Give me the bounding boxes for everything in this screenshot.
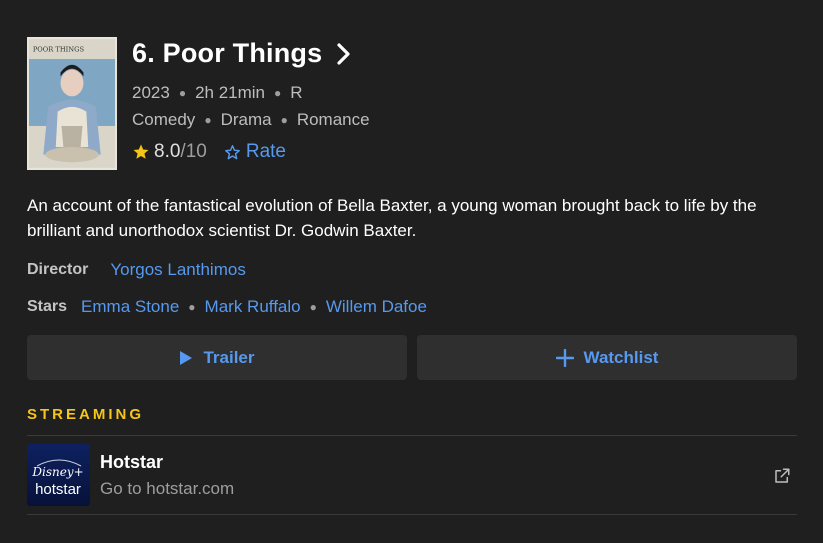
star-link[interactable]: Mark Ruffalo bbox=[205, 297, 301, 317]
poster-title-text: POOR THINGS bbox=[33, 45, 85, 53]
star-link[interactable]: Emma Stone bbox=[81, 297, 179, 317]
stars-row: Stars Emma Stone ● Mark Ruffalo ● Willem… bbox=[27, 297, 427, 317]
watchlist-button[interactable]: Watchlist bbox=[417, 335, 797, 380]
rating-row: 8.0 /10 Rate bbox=[132, 141, 286, 163]
provider-name[interactable]: Hotstar bbox=[100, 452, 163, 473]
director-label: Director bbox=[27, 261, 89, 278]
movie-title[interactable]: 6. Poor Things bbox=[132, 38, 322, 69]
logo-text-top: Disney+ bbox=[31, 465, 83, 479]
trailer-label: Trailer bbox=[203, 347, 255, 367]
director-link[interactable]: Yorgos Lanthimos bbox=[110, 260, 245, 280]
star-filled-icon bbox=[133, 144, 149, 159]
play-icon bbox=[180, 350, 193, 365]
divider bbox=[27, 435, 797, 436]
rate-button[interactable]: Rate bbox=[224, 141, 286, 163]
director-row: Director Yorgos Lanthimos bbox=[27, 260, 246, 280]
title-row: 6. Poor Things bbox=[132, 38, 356, 69]
star-outline-icon bbox=[224, 144, 240, 159]
chevron-right-icon[interactable] bbox=[336, 42, 356, 66]
disney-hotstar-logo-icon: Disney+ hotstar bbox=[27, 444, 90, 506]
movie-runtime: 2h 21min bbox=[195, 83, 266, 102]
movie-certificate: R bbox=[290, 83, 303, 102]
separator-dot: ● bbox=[178, 86, 187, 100]
genre-item: Drama bbox=[220, 110, 272, 129]
separator-dot: ● bbox=[188, 300, 196, 314]
poster-image: POOR THINGS bbox=[29, 39, 115, 168]
movie-genres: Comedy ● Drama ● Romance bbox=[132, 110, 370, 130]
logo-text-bottom: hotstar bbox=[35, 481, 81, 498]
separator-dot: ● bbox=[274, 86, 282, 100]
watchlist-label: Watchlist bbox=[583, 347, 659, 367]
rating-value: 8.0 bbox=[154, 141, 181, 162]
rating-max: /10 bbox=[180, 141, 207, 162]
plus-icon bbox=[555, 348, 574, 367]
movie-meta: 2023 ● 2h 21min ● R bbox=[132, 83, 303, 103]
streaming-section-title: STREAMING bbox=[27, 406, 144, 423]
hotstar-logo[interactable]: Disney+ hotstar bbox=[27, 444, 90, 506]
separator-dot: ● bbox=[204, 113, 212, 127]
star-link[interactable]: Willem Dafoe bbox=[326, 297, 427, 317]
genre-item: Comedy bbox=[132, 110, 196, 129]
separator-dot: ● bbox=[280, 113, 288, 127]
stars-label: Stars bbox=[27, 298, 68, 315]
provider-subtitle: Go to hotstar.com bbox=[100, 479, 235, 498]
divider bbox=[27, 514, 797, 515]
movie-year: 2023 bbox=[132, 83, 170, 102]
movie-description: An account of the fantastical evolution … bbox=[27, 196, 757, 240]
trailer-button[interactable]: Trailer bbox=[27, 335, 407, 380]
genre-item: Romance bbox=[296, 110, 370, 129]
movie-poster[interactable]: POOR THINGS bbox=[27, 37, 117, 170]
external-link-icon[interactable] bbox=[773, 467, 791, 485]
rate-label: Rate bbox=[245, 141, 286, 162]
separator-dot: ● bbox=[309, 300, 317, 314]
